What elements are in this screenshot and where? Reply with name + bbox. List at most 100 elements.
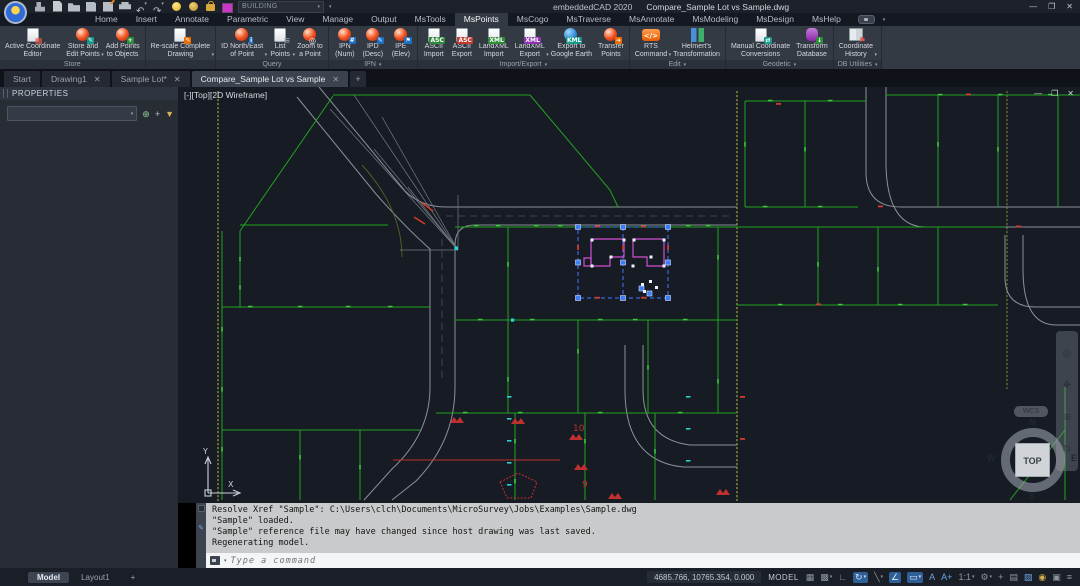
store-and-edit-points-button[interactable]: Store and Edit Points ▾ — [63, 27, 104, 59]
ribbon-group-label[interactable]: DB Utilities ▾ — [833, 60, 882, 69]
isodraft-icon[interactable]: ╲ ▾ — [874, 572, 883, 583]
redo-icon[interactable]: ↷▾ — [153, 1, 166, 17]
Drawing1[interactable]: Drawing1 ✕ — [41, 71, 110, 87]
manual-coordinate-conversions-button[interactable]: Manual Coordinate Conversions ▾ — [728, 27, 793, 59]
ipn-num-button[interactable]: IPN (Num) ▾ — [331, 27, 359, 59]
polar-tracking-icon[interactable]: ↻ ▾ — [853, 571, 869, 583]
landxml-export-button[interactable]: LandXML Export ▾ — [512, 27, 549, 59]
selection-cycling-icon[interactable]: +▾ — [998, 572, 1003, 582]
app-logo-icon[interactable] — [4, 1, 27, 24]
filter-icon[interactable]: ▼ — [165, 108, 174, 120]
wcs-menu[interactable]: WCS — [1014, 406, 1048, 417]
pan-icon[interactable]: ✥ — [1063, 380, 1071, 391]
annotation-scale-button[interactable]: 1:1 ▾ — [958, 572, 974, 582]
snap-mode-icon[interactable]: ▩ ▾ — [820, 572, 832, 583]
transfer-points-button[interactable]: Transfer Points ▾ — [595, 27, 627, 59]
selected-lots[interactable] — [575, 224, 671, 301]
rts-command-button[interactable]: RTS Command ▾ — [632, 27, 671, 59]
chevron-down-icon[interactable]: ▾ — [972, 574, 975, 580]
ribbon-group-label[interactable]: Edit ▾ — [629, 60, 725, 69]
grid-toggle-icon[interactable]: ▦▾ — [806, 572, 815, 583]
ribbon-group-label[interactable]: Geodetic ▾ — [725, 60, 833, 69]
Home[interactable]: Home — [86, 13, 127, 26]
viewcube-top-face[interactable]: TOP — [1015, 443, 1050, 477]
ribbon-group-label[interactable]: Import/Export ▾ — [417, 60, 629, 69]
save-as-icon[interactable]: ▾ — [102, 1, 115, 13]
Sample Lot*[interactable]: Sample Lot* ✕ — [111, 71, 190, 87]
export-to-google-earth-button[interactable]: Export to Google Earth ▾ — [548, 27, 595, 59]
full-navigation-wheel-icon[interactable]: ◎ — [1063, 348, 1072, 359]
qat-customize-caret-icon[interactable]: ▾ — [329, 4, 332, 10]
model-space-indicator[interactable]: MODEL — [768, 573, 798, 582]
new-file-icon[interactable]: ▾ — [51, 1, 64, 13]
chevron-down-icon[interactable]: ▾ — [830, 574, 833, 580]
ascii-import-button[interactable]: ASCII Import ▾ — [420, 27, 448, 59]
command-dock-grip[interactable]: ✎ — [196, 503, 206, 568]
ribbon-group-label[interactable]: Query▾ — [216, 60, 328, 69]
+[interactable]: + — [122, 572, 145, 583]
graphics-performance-icon[interactable]: ▧▾ — [1024, 572, 1033, 583]
close-tab-icon[interactable]: ✕ — [94, 75, 101, 84]
Start[interactable]: Start ✕ — [4, 71, 40, 87]
View[interactable]: View — [277, 13, 313, 26]
close-tab-icon[interactable]: ✕ — [332, 75, 339, 84]
pick-point-icon[interactable]: + — [155, 108, 160, 120]
undo-icon[interactable]: ↶▾ — [136, 1, 149, 17]
close-tab-icon[interactable]: ✕ — [174, 75, 181, 84]
viewport-controls-label[interactable]: [-][Top][2D Wireframe] — [184, 90, 267, 100]
layer-combobox[interactable]: BUILDING ▾ — [238, 0, 324, 13]
viewport-close-icon[interactable]: ✕ — [1067, 89, 1074, 98]
Annotate[interactable]: Annotate — [166, 13, 218, 26]
open-folder-icon[interactable]: ▾ — [68, 1, 81, 13]
MsCogo[interactable]: MsCogo — [508, 13, 558, 26]
chevron-down-icon[interactable]: ▾ — [919, 574, 922, 580]
landxml-import-button[interactable]: LandXML Import ▾ — [476, 27, 512, 59]
coordinate-history-button[interactable]: Coordinate History ▾ — [836, 27, 877, 59]
MsDesign[interactable]: MsDesign — [747, 13, 803, 26]
viewport-restore-icon[interactable]: ❐ — [1051, 89, 1058, 98]
ortho-icon[interactable]: ∟▾ — [838, 572, 847, 582]
MsTraverse[interactable]: MsTraverse — [557, 13, 620, 26]
chevron-down-icon[interactable]: ▾ — [881, 574, 884, 580]
object-snap-icon[interactable]: ▭ ▾ — [907, 571, 924, 583]
new-drawing-tab-button[interactable]: + — [350, 71, 367, 87]
command-window-icon[interactable] — [197, 505, 205, 512]
MsHelp[interactable]: MsHelp — [803, 13, 850, 26]
cad-linework[interactable]: 10 9 Y X — [178, 87, 1080, 503]
minimize-button[interactable]: — — [1029, 2, 1037, 11]
dropdown-caret-icon[interactable]: ▾ — [161, 1, 164, 7]
flyout-caret-icon[interactable]: ▾ — [874, 52, 877, 58]
active-coordinate-editor-button[interactable]: Active Coordinate Editor ▾ — [2, 27, 63, 59]
MsTools[interactable]: MsTools — [406, 13, 455, 26]
layer-on-icon[interactable]: ▾ — [170, 1, 183, 13]
viewcube-east[interactable]: E — [1071, 453, 1077, 463]
MsModeling[interactable]: MsModeling — [683, 13, 747, 26]
transform-database-button[interactable]: Transform Database ▾ — [793, 27, 831, 59]
properties-object-select[interactable]: ▾ — [7, 106, 138, 121]
command-history[interactable]: Resolve Xref "Sample": C:\Users\clch\Doc… — [206, 503, 1080, 553]
annotation-visibility-icon[interactable]: A▾ — [929, 572, 935, 582]
dropdown-caret-icon[interactable]: ▾ — [144, 1, 147, 7]
chevron-down-icon[interactable]: ▾ — [224, 558, 227, 564]
layer-thaw-icon[interactable]: ▾ — [187, 1, 200, 13]
ascii-export-button[interactable]: ASCII Export ▾ — [448, 27, 476, 59]
Output[interactable]: Output — [362, 13, 406, 26]
autoscale-icon[interactable]: A+▾ — [941, 572, 952, 582]
clean-screen-icon[interactable]: ▣▾ — [1052, 572, 1061, 583]
viewcube-north[interactable]: N — [1029, 417, 1036, 427]
ipe-elev-button[interactable]: IPE (Elev) ▾ — [387, 27, 415, 59]
id-north-east-of-point-button[interactable]: ID North/East of Point ▾ — [218, 27, 267, 59]
drawing-viewport[interactable]: 10 9 Y X [-][Top][2D Wireframe] — ❐ ✕ ◎ … — [178, 87, 1080, 503]
helmert-transformation-button[interactable]: Helmert's Transformation ▾ — [670, 27, 723, 59]
viewcube[interactable]: N E S W TOP — [987, 417, 1077, 503]
chevron-down-icon[interactable]: ▾ — [864, 574, 867, 580]
Manage[interactable]: Manage — [313, 13, 362, 26]
quick-select-icon[interactable]: ⊕ — [142, 108, 150, 120]
Model[interactable]: Model — [28, 571, 70, 583]
quick-properties-icon[interactable]: ▤▾ — [1009, 572, 1018, 583]
Insert[interactable]: Insert — [127, 13, 166, 26]
list-points-button[interactable]: List Points ▾ — [266, 27, 295, 59]
zoom-to-a-point-button[interactable]: Zoom to a Point ▾ — [294, 27, 326, 59]
Parametric[interactable]: Parametric — [218, 13, 277, 26]
ribbon-group-label[interactable]: IPN ▾ — [328, 60, 417, 69]
